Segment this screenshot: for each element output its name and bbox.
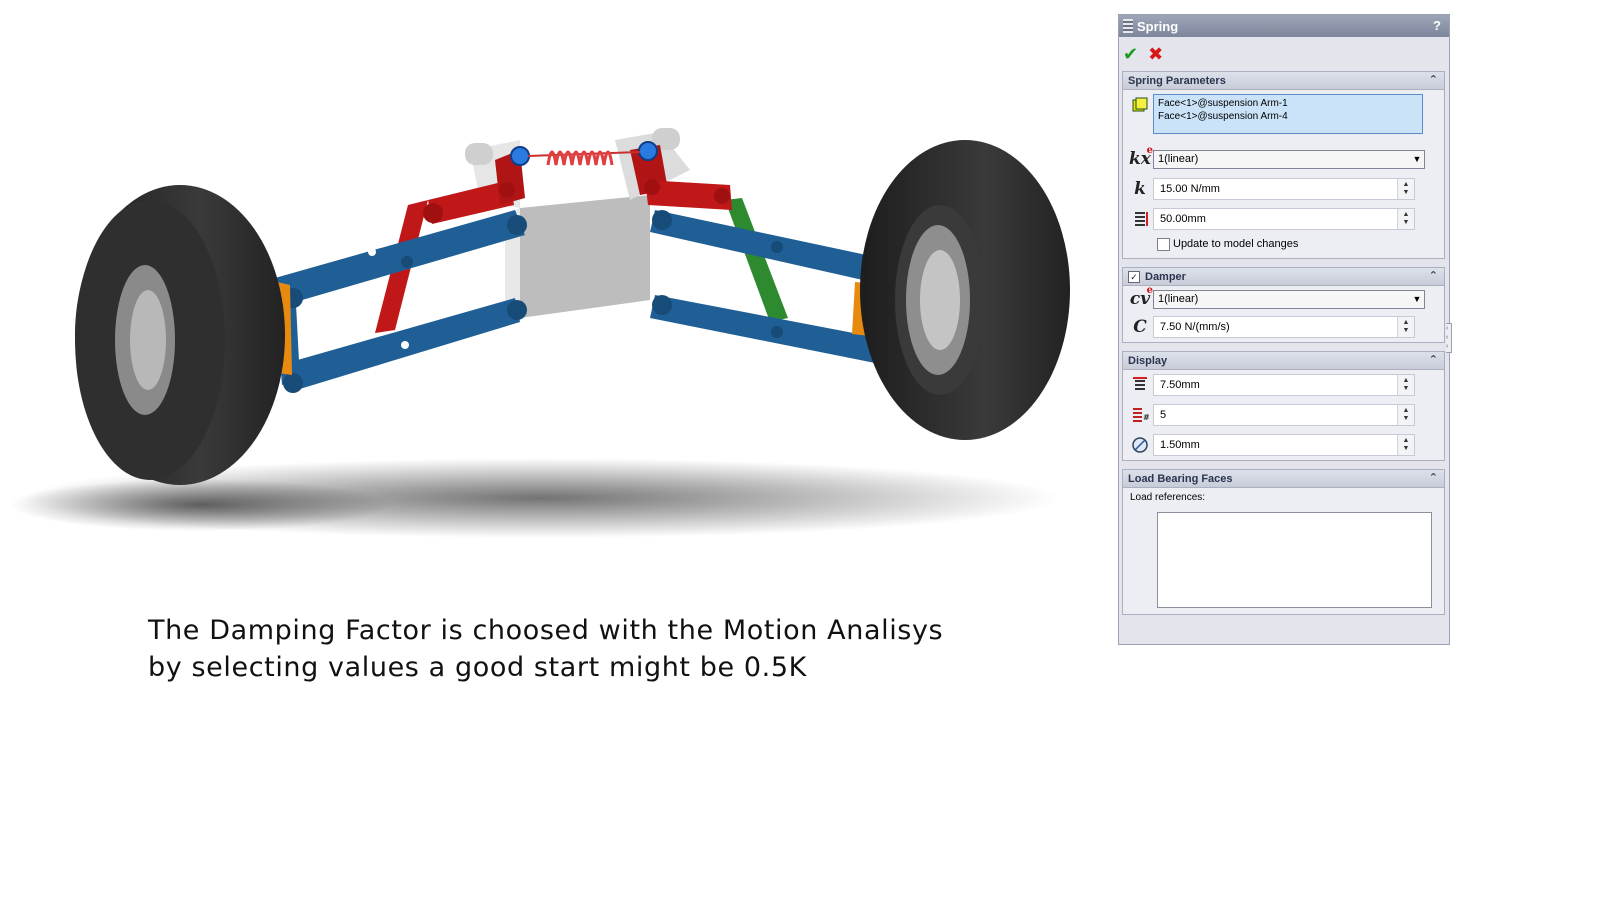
spring-property-manager: Spring ? ✔ ✖ Spring Parameters ⌃ Face<1>… [1118,14,1450,645]
coil-count-row: # 5 ▲ ▼ [1123,400,1444,430]
free-length-value: 50.00mm [1160,213,1206,225]
update-model-changes-label: Update to model changes [1173,238,1299,250]
load-references-label: Load references: [1130,492,1206,503]
free-length-row: 50.00mm ▲ ▼ [1123,204,1444,234]
spring-constant-field[interactable]: 15.00 N/mm ▲ ▼ [1153,178,1415,200]
right-wheel [860,140,1070,440]
help-button[interactable]: ? [1433,18,1441,33]
spring-exponent-value: 1(linear) [1158,153,1199,165]
coil-diameter-field[interactable]: 7.50mm ▲ ▼ [1153,374,1415,396]
spring-parameters-header[interactable]: Spring Parameters ⌃ [1123,72,1444,90]
cancel-button[interactable]: ✖ [1148,45,1163,63]
chevron-up-icon[interactable]: ⌃ [1429,471,1438,484]
free-length-icon [1127,208,1153,230]
damping-constant-icon: C [1133,317,1147,337]
spring-constant-value: 15.00 N/mm [1160,183,1220,195]
spring-constant-row: k 15.00 N/mm ▲ ▼ [1123,174,1444,204]
spin-arrows[interactable]: ▲ ▼ [1397,435,1414,455]
panel-title: Spring [1137,18,1179,34]
svg-text:#: # [1143,413,1149,422]
wire-diameter-field[interactable]: 1.50mm ▲ ▼ [1153,434,1415,456]
damper-header[interactable]: ✓ Damper ⌃ [1123,268,1444,286]
spring-parameters-title: Spring Parameters [1128,74,1226,87]
damping-constant-field[interactable]: 7.50 N/(mm/s) ▲ ▼ [1153,316,1415,338]
load-bearing-group: Load Bearing Faces ⌃ Load references: [1122,469,1445,615]
update-model-changes-checkbox[interactable] [1157,237,1170,251]
spring-feature-icon [1123,19,1133,33]
damper-exponent-value: 1(linear) [1158,293,1199,305]
action-bar: ✔ ✖ [1119,37,1449,71]
load-bearing-header[interactable]: Load Bearing Faces ⌃ [1123,470,1444,488]
damper-group: ✓ Damper ⌃ cv e 1(linear) ▼ C 7.50 N/(mm/… [1122,267,1445,343]
face-selection-row: Face<1>@suspension Arm-1 Face<1>@suspens… [1123,90,1444,144]
face-selection-box[interactable]: Face<1>@suspension Arm-1 Face<1>@suspens… [1153,94,1423,134]
panel-resize-handle[interactable]: ‹ ‹ ‹ [1446,323,1452,353]
coil-diameter-icon [1127,374,1153,396]
caption-text: The Damping Factor is choosed with the M… [148,612,943,686]
damper-exponent-dropdown[interactable]: 1(linear) ▼ [1153,289,1425,309]
spin-arrows[interactable]: ▲ ▼ [1397,209,1414,229]
spring-exponent-dropdown[interactable]: 1(linear) ▼ [1153,149,1425,169]
spin-arrows[interactable]: ▲ ▼ [1397,375,1414,395]
face-item[interactable]: Face<1>@suspension Arm-1 [1158,97,1418,110]
suspension-model-viewport[interactable] [0,0,1100,600]
display-group: Display ⌃ 7.50mm ▲ ▼ # 5 ▲ ▼ 1.50mm ▲ ▼ [1122,351,1445,461]
spring-constant-icon: k [1134,179,1146,199]
coil-count-field[interactable]: 5 ▲ ▼ [1153,404,1415,426]
update-model-changes-row[interactable]: Update to model changes [1123,234,1444,254]
ok-button[interactable]: ✔ [1123,45,1138,63]
coil-count-value: 5 [1160,409,1167,421]
coil-count-icon: # [1127,404,1153,426]
spring-exponent-icon: kx e [1129,145,1153,169]
chevron-up-icon[interactable]: ⌃ [1429,269,1438,282]
damping-constant-value: 7.50 N/(mm/s) [1160,321,1230,333]
damper-exponent-row: cv e 1(linear) ▼ [1123,285,1444,312]
damper-checkbox[interactable]: ✓ [1128,270,1140,283]
load-references-box[interactable] [1157,512,1432,608]
damper-exponent-icon: cv e [1129,285,1153,309]
damping-constant-row: C 7.50 N/(mm/s) ▲ ▼ [1123,312,1444,342]
chevron-up-icon[interactable]: ⌃ [1429,353,1438,366]
display-header[interactable]: Display ⌃ [1123,352,1444,370]
chevron-up-icon[interactable]: ⌃ [1429,73,1438,86]
coil-diameter-value: 7.50mm [1160,379,1200,391]
ground-shadow-left [10,479,390,531]
left-wheel [75,185,285,485]
coil-diameter-row: 7.50mm ▲ ▼ [1123,370,1444,400]
face-selection-icon [1127,94,1153,116]
spin-arrows[interactable]: ▲ ▼ [1397,317,1414,337]
caption-line-1: The Damping Factor is choosed with the M… [148,615,944,646]
wire-diameter-icon [1127,434,1153,456]
spring-exponent-row: kx e 1(linear) ▼ [1123,144,1444,174]
caption-line-2: by selecting values a good start might b… [148,652,807,683]
dropdown-arrow-icon: ▼ [1412,154,1422,164]
face-item[interactable]: Face<1>@suspension Arm-4 [1158,110,1418,123]
spin-arrows[interactable]: ▲ ▼ [1397,405,1414,425]
spring-parameters-group: Spring Parameters ⌃ Face<1>@suspension A… [1122,71,1445,259]
display-title: Display [1128,354,1168,367]
wire-diameter-row: 1.50mm ▲ ▼ [1123,430,1444,460]
dropdown-arrow-icon: ▼ [1412,294,1422,304]
spin-arrows[interactable]: ▲ ▼ [1397,179,1414,199]
panel-title-bar: Spring ? [1119,15,1449,37]
load-bearing-title: Load Bearing Faces [1128,472,1233,485]
wire-diameter-value: 1.50mm [1160,439,1200,451]
free-length-field[interactable]: 50.00mm ▲ ▼ [1153,208,1415,230]
damper-title: Damper [1145,270,1186,283]
